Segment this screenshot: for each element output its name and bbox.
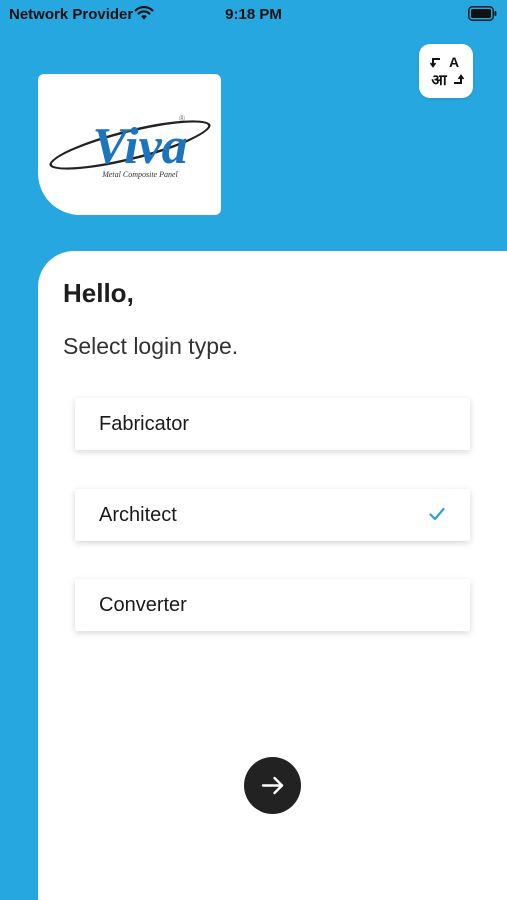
option-fabricator[interactable]: Fabricator xyxy=(75,398,470,450)
login-type-card: Hello, Select login type. Fabricator Arc… xyxy=(38,251,507,900)
greeting-heading: Hello, xyxy=(63,278,134,308)
brand-name: Viva xyxy=(92,118,187,175)
option-architect[interactable]: Architect xyxy=(75,489,470,541)
next-button[interactable] xyxy=(244,757,301,814)
translate-icon: A आ xyxy=(429,54,465,89)
option-label: Architect xyxy=(99,504,177,526)
login-type-prompt: Select login type. xyxy=(63,333,239,359)
arrow-right-icon xyxy=(261,776,284,795)
devanagari-glyph: आ xyxy=(431,71,447,89)
language-toggle-button[interactable]: A आ xyxy=(419,44,473,98)
option-label: Converter xyxy=(99,594,187,616)
latin-glyph: A xyxy=(449,54,459,70)
battery-icon xyxy=(468,6,497,21)
trademark-symbol: ® xyxy=(179,114,185,123)
status-bar: Network Provider 9:18 PM xyxy=(0,0,507,30)
viva-logo: Viva ® Metal Composite Panel xyxy=(47,114,213,179)
checkmark-icon xyxy=(429,507,445,521)
brand-logo-card: Viva ® Metal Composite Panel xyxy=(38,74,221,215)
login-type-screen: Network Provider 9:18 PM A आ Viva ® Meta… xyxy=(0,0,507,900)
brand-tagline: Metal Composite Panel xyxy=(101,170,178,179)
option-label: Fabricator xyxy=(99,413,190,435)
option-converter[interactable]: Converter xyxy=(75,579,470,631)
clock: 9:18 PM xyxy=(225,6,282,23)
